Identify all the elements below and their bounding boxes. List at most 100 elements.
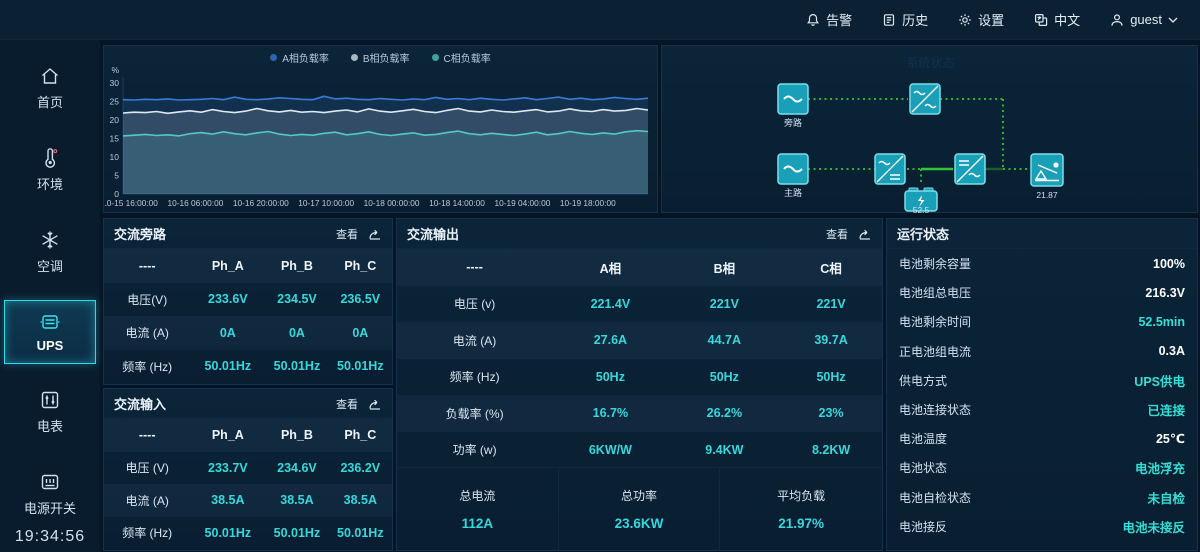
view-button[interactable]: 查看 <box>336 226 358 242</box>
export-icon[interactable] <box>368 228 382 240</box>
cell-value: 221V <box>780 297 882 311</box>
settings-label: 设置 <box>978 10 1004 29</box>
cell-value: 50.01Hz <box>329 359 392 373</box>
status-list: 电池剩余容量100%电池组总电压216.3V电池剩余时间52.5min正电池组电… <box>887 249 1197 541</box>
view-button[interactable]: 查看 <box>826 226 848 242</box>
table-row: 电压(V)233.6V234.5V236.5V <box>104 283 392 317</box>
cell-value: 0A <box>265 326 328 340</box>
cell-value: 0A <box>329 326 392 340</box>
row-label: 功率 (w) <box>397 441 552 458</box>
status-label: 电池连接状态 <box>899 401 971 418</box>
column-header: Ph_B <box>265 259 328 273</box>
panel-title: 交流旁路 <box>114 224 166 243</box>
sidebar-item-environment[interactable]: 环境 <box>4 136 96 204</box>
panel-title: 交流输出 <box>407 224 459 243</box>
table-row: 功率 (w)6KW/W9.4KW8.2KW <box>397 432 882 469</box>
status-label: 电池接反 <box>899 518 947 535</box>
svg-text:10-16 20:00:00: 10-16 20:00:00 <box>233 198 289 208</box>
meter-icon <box>39 389 61 411</box>
clock: 19:34:56 2023-10-19 <box>15 528 85 552</box>
clock-time: 19:34:56 <box>15 528 85 546</box>
svg-text:10-18 14:00:00: 10-18 14:00:00 <box>429 198 485 208</box>
output-summary: 总电流112A总功率23.6KW平均负载21.97% <box>397 467 882 550</box>
chevron-down-icon <box>1168 17 1178 23</box>
cell-value: 236.5V <box>329 292 392 306</box>
cell-value: 16.7% <box>552 406 668 420</box>
sidebar-item-label: 首页 <box>37 92 63 111</box>
sidebar-item-label: 环境 <box>37 174 63 193</box>
export-icon[interactable] <box>858 228 872 240</box>
table-row: 频率 (Hz)50.01Hz50.01Hz50.01Hz <box>104 517 392 550</box>
sidebar: 首页 环境 空调 UPS 电表 <box>0 40 100 552</box>
load-value: 21.87 <box>1036 190 1058 200</box>
status-label: 电池剩余时间 <box>899 313 971 330</box>
ups-topology-diagram: 旁路主路52.521.87 <box>663 47 1198 213</box>
cell-value: 8.2KW <box>780 443 882 457</box>
status-label: 电池自检状态 <box>899 489 971 506</box>
view-button[interactable]: 查看 <box>336 396 358 412</box>
column-header: ---- <box>104 259 190 273</box>
ac-input-panel: 交流输入 查看 ----Ph_APh_BPh_C电压 (V)233.7V234.… <box>103 388 393 551</box>
cell-value: 26.2% <box>669 406 781 420</box>
cell-value: 221.4V <box>552 297 668 311</box>
row-label: 频率 (Hz) <box>397 368 552 385</box>
cell-value: 6KW/W <box>552 443 668 457</box>
svg-text:10-19 18:00:00: 10-19 18:00:00 <box>560 198 616 208</box>
cell-value: 39.7A <box>780 333 882 347</box>
history-label: 历史 <box>902 10 928 29</box>
table-row: 频率 (Hz)50.01Hz50.01Hz50.01Hz <box>104 350 392 384</box>
power-switch-icon <box>39 471 61 493</box>
alarm-button[interactable]: 告警 <box>806 10 852 29</box>
cell-value: 234.5V <box>265 292 328 306</box>
user-label: guest <box>1130 12 1162 27</box>
snowflake-icon <box>39 229 61 251</box>
sidebar-item-aircon[interactable]: 空调 <box>4 218 96 286</box>
status-value: 0.3A <box>1159 344 1185 358</box>
cell-value: 50.01Hz <box>190 526 265 540</box>
cell-value: 221V <box>669 297 781 311</box>
column-header: Ph_C <box>329 428 392 442</box>
language-button[interactable]: 中文 <box>1034 10 1080 29</box>
row-label: 电压 (v) <box>397 295 552 312</box>
sidebar-item-power-switch[interactable]: 电源开关 <box>4 460 96 528</box>
cell-value: 38.5A <box>190 493 265 507</box>
table-row: 电压 (V)233.7V234.6V236.2V <box>104 452 392 485</box>
settings-button[interactable]: 设置 <box>958 10 1004 29</box>
panel-title: 交流输入 <box>114 394 166 413</box>
sidebar-item-ups[interactable]: UPS <box>4 300 96 364</box>
summary-cell: 总电流112A <box>397 468 559 550</box>
cell-value: 44.7A <box>669 333 781 347</box>
table-header-row: ----Ph_APh_BPh_C <box>104 249 392 283</box>
svg-text:25: 25 <box>110 97 120 107</box>
load-rate-line-chart: 051015202530%10-15 16:00:0010-16 06:00:0… <box>105 47 658 213</box>
row-label: 电流 (A) <box>397 332 552 349</box>
table-row: 电压 (v)221.4V221V221V <box>397 286 882 323</box>
column-header: B相 <box>669 258 781 277</box>
summary-value: 23.6KW <box>615 516 664 531</box>
svg-text:10-15 16:00:00: 10-15 16:00:00 <box>105 198 158 208</box>
column-header: ---- <box>397 260 552 274</box>
export-icon[interactable] <box>368 398 382 410</box>
home-icon <box>39 65 61 87</box>
svg-text:10-17 10:00:00: 10-17 10:00:00 <box>298 198 354 208</box>
status-label: 正电池组电流 <box>899 343 971 360</box>
table-row: 电流 (A)0A0A0A <box>104 316 392 350</box>
ups-icon <box>39 311 61 333</box>
table-row: 电流 (A)38.5A38.5A38.5A <box>104 484 392 517</box>
status-row: 电池组总电压216.3V <box>887 278 1197 307</box>
user-menu[interactable]: guest <box>1110 12 1178 27</box>
status-value: UPS供电 <box>1134 371 1185 390</box>
ac-bypass-panel: 交流旁路 查看 ----Ph_APh_BPh_C电压(V)233.6V234.5… <box>103 218 393 385</box>
sidebar-item-meter[interactable]: 电表 <box>4 378 96 446</box>
column-header: ---- <box>104 428 190 442</box>
summary-label: 总功率 <box>621 487 657 504</box>
thermometer-icon <box>39 147 61 169</box>
status-value: 电池浮充 <box>1135 458 1185 477</box>
sidebar-item-home[interactable]: 首页 <box>4 54 96 122</box>
history-button[interactable]: 历史 <box>882 10 928 29</box>
svg-text:15: 15 <box>110 134 120 144</box>
sidebar-item-label: 电表 <box>37 416 63 435</box>
row-label: 电压(V) <box>104 291 190 308</box>
status-value: 25℃ <box>1156 431 1185 446</box>
load-rate-chart-panel: A相负载率B相负载率C相负载率 051015202530%10-15 16:00… <box>103 45 658 213</box>
